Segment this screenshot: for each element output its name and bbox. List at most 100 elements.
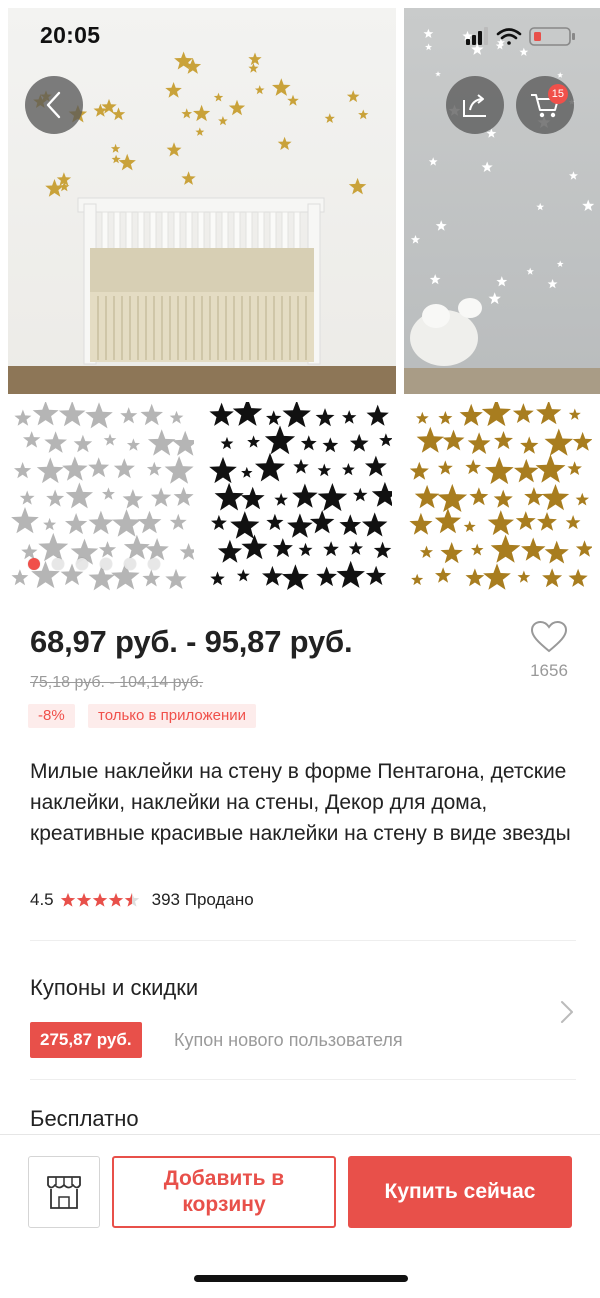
wall-star: [166, 142, 182, 157]
thumbnail-black-stars[interactable]: [206, 402, 392, 598]
back-button[interactable]: [25, 76, 83, 134]
product-gallery[interactable]: 20:05 15: [0, 0, 600, 604]
divider: [30, 1079, 576, 1080]
wishlist-button[interactable]: 1656: [524, 620, 574, 681]
sticker-star: [342, 410, 357, 424]
sticker-star: [541, 484, 570, 511]
crib-bar: [161, 211, 169, 253]
store-button[interactable]: [28, 1156, 100, 1228]
wall-star: [435, 220, 447, 231]
sticker-star: [73, 434, 93, 453]
sticker-star: [266, 410, 282, 426]
sticker-star: [58, 402, 86, 427]
sticker-star: [542, 568, 563, 588]
sticker-star: [435, 567, 452, 583]
signal-icon: [466, 27, 488, 45]
sticker-star: [209, 402, 234, 426]
sticker-star: [362, 512, 388, 537]
sticker-star: [490, 534, 521, 563]
wall-star: [556, 260, 564, 267]
sticker-star: [365, 455, 387, 477]
cart-count-badge: 15: [547, 84, 568, 104]
sticker-star: [349, 433, 369, 452]
sticker-star: [416, 426, 444, 453]
sticker-star: [317, 463, 331, 477]
crib-bar: [269, 211, 277, 253]
home-indicator[interactable]: [194, 1275, 408, 1282]
sticker-star: [567, 461, 582, 475]
sticker-star: [137, 510, 162, 534]
sticker-star: [172, 430, 194, 456]
shipping-title: Бесплатно: [30, 1106, 139, 1131]
sticker-star: [411, 573, 424, 586]
sticker-star: [179, 543, 194, 560]
coupons-chevron[interactable]: [560, 1000, 574, 1029]
add-to-cart-button[interactable]: Добавить в корзину: [112, 1156, 336, 1228]
sticker-star: [122, 489, 144, 509]
sticker-star: [272, 538, 293, 558]
sticker-star: [113, 458, 135, 479]
crib-bar: [209, 211, 217, 253]
pagination-dot[interactable]: [124, 558, 136, 570]
coupon-amount[interactable]: 275,87 руб.: [30, 1022, 142, 1058]
wall-star: [181, 108, 193, 119]
crib-bar: [257, 211, 265, 253]
wall-star: [346, 90, 360, 103]
sticker-star: [14, 462, 32, 479]
sticker-star: [103, 433, 117, 446]
store-icon: [47, 1176, 81, 1209]
sticker-star: [262, 565, 283, 586]
sticker-star: [409, 512, 433, 535]
pagination-dot[interactable]: [52, 558, 64, 570]
sticker-star: [21, 543, 38, 560]
wall-star: [582, 199, 595, 211]
chevron-left-icon: [46, 91, 61, 119]
chevron-right-icon: [561, 1001, 573, 1023]
sticker-star: [241, 534, 268, 560]
wall-star: [429, 274, 441, 285]
sticker-star: [465, 568, 485, 587]
share-icon: [463, 94, 486, 117]
sticker-star: [19, 490, 35, 505]
sticker-star: [85, 402, 113, 429]
sticker-star: [353, 487, 368, 502]
sticker-star: [535, 454, 566, 483]
sticker-star: [572, 431, 592, 451]
sticker-star: [513, 458, 539, 483]
wall-star: [324, 113, 335, 123]
share-button[interactable]: [446, 76, 504, 134]
crib-bar: [221, 211, 229, 253]
sticker-star: [481, 402, 511, 427]
sticker-star: [471, 543, 484, 556]
sticker-star: [112, 509, 142, 537]
wall-star: [254, 85, 265, 95]
rating-row[interactable]: 4.5 393 Продано: [30, 890, 254, 910]
sticker-star: [293, 458, 309, 474]
wall-star: [569, 171, 578, 180]
sticker-star: [467, 432, 491, 454]
thumbnail-gold-stars[interactable]: [406, 402, 592, 598]
sticker-star: [419, 545, 433, 558]
crib-bar: [173, 211, 181, 253]
wall-star: [358, 109, 369, 120]
sticker-star: [266, 513, 284, 531]
cart-button[interactable]: 15: [516, 76, 574, 134]
sticker-star: [169, 513, 187, 530]
pagination-dot[interactable]: [28, 558, 40, 570]
pagination-dot[interactable]: [148, 558, 160, 570]
wall-star: [181, 171, 196, 185]
sticker-star: [517, 570, 531, 583]
wall-star: [557, 72, 564, 78]
sticker-star: [264, 425, 296, 455]
pagination-dot[interactable]: [76, 558, 88, 570]
sticker-star: [44, 431, 67, 453]
pagination-dot[interactable]: [100, 558, 112, 570]
coupon-label[interactable]: Купон нового пользователя: [174, 1030, 403, 1051]
black-stars-image: [209, 402, 392, 590]
buy-now-button[interactable]: Купить сейчас: [348, 1156, 572, 1228]
gold-stars-image: [409, 402, 592, 590]
sticker-star: [43, 517, 57, 531]
sticker-star: [323, 541, 339, 557]
wall-star: [287, 94, 299, 106]
sticker-star: [145, 538, 169, 561]
